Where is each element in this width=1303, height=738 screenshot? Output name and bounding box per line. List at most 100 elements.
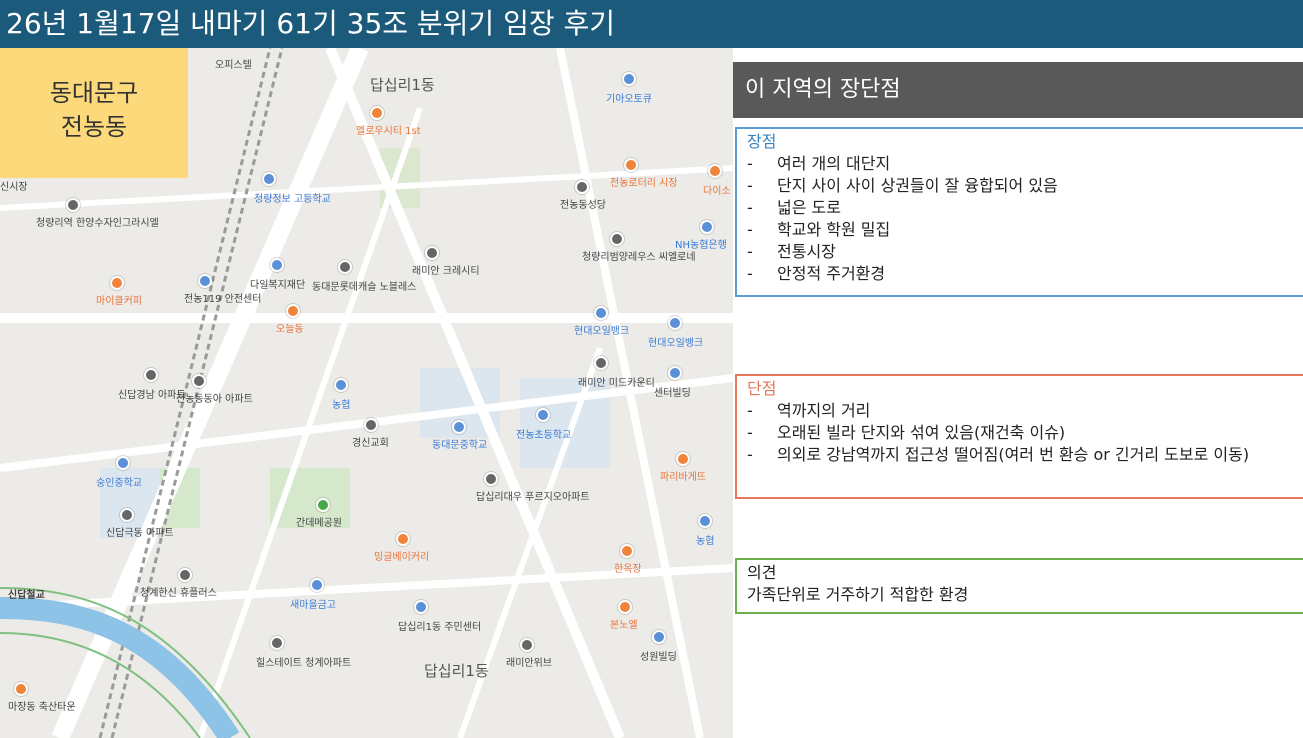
map-pin-icon[interactable]: [110, 276, 124, 290]
opinion-title: 의견: [747, 563, 777, 582]
map-pin-icon[interactable]: [192, 374, 206, 388]
pros-item: 학교와 학원 밀집: [747, 219, 1303, 241]
map-pin-icon[interactable]: [620, 544, 634, 558]
map-label: 센터빌딩: [654, 388, 691, 399]
map-pin-icon[interactable]: [536, 408, 550, 422]
region-dong: 전농동: [60, 113, 128, 141]
map-label: 밍글베이커리: [374, 552, 430, 563]
map-pin-icon[interactable]: [270, 258, 284, 272]
region-label-box: 동대문구 전농동: [0, 48, 188, 178]
map-pin-icon[interactable]: [120, 508, 134, 522]
map-pin-icon[interactable]: [198, 274, 212, 288]
cons-item: 오래된 빌라 단지와 섞여 있음(재건축 이슈): [747, 422, 1303, 444]
map-pin-icon[interactable]: [144, 368, 158, 382]
cons-title: 단점: [747, 379, 777, 398]
map-label: 간데메공원: [296, 518, 342, 529]
map-pin-icon[interactable]: [310, 578, 324, 592]
map-label: 농협: [696, 536, 715, 547]
map-label-area: 답십리1동: [370, 76, 435, 94]
map-label: 신시장: [0, 182, 28, 193]
map-pin-icon[interactable]: [622, 72, 636, 86]
map-pin-icon[interactable]: [66, 198, 80, 212]
map-label: 마이클커피: [96, 296, 142, 307]
map-label: 래미안 크레시티: [412, 266, 480, 277]
map-label: 오피스텔: [215, 60, 252, 71]
map-label: 농협: [332, 400, 351, 411]
map-label: 경신교회: [352, 438, 389, 449]
map-pin-icon[interactable]: [484, 472, 498, 486]
map-pin-icon[interactable]: [698, 514, 712, 528]
map-label: 전농동성당: [560, 200, 606, 211]
map-pin-icon[interactable]: [270, 636, 284, 650]
region-district: 동대문구: [49, 79, 139, 107]
map-pin-icon[interactable]: [452, 420, 466, 434]
pros-box: 장점 여러 개의 대단지 단지 사이 사이 상권들이 잘 융합되어 있음 넓은 …: [735, 127, 1303, 297]
pros-item: 단지 사이 사이 상권들이 잘 융합되어 있음: [747, 175, 1303, 197]
map-label: 전농동동아 아파트: [176, 394, 253, 405]
map-pin-icon[interactable]: [116, 456, 130, 470]
map-label: 숭인중학교: [96, 478, 142, 489]
map-label: 동대문중학교: [432, 440, 488, 451]
cons-item: 의외로 강남역까지 접근성 떨어짐(여러 번 환승 or 긴거리 도보로 이동): [747, 444, 1303, 466]
map-pin-icon[interactable]: [708, 164, 722, 178]
map-label: 현대오일뱅크: [574, 326, 630, 337]
map-pin-icon[interactable]: [618, 600, 632, 614]
map-pin-icon[interactable]: [262, 172, 276, 186]
map-label: 기아오토큐: [606, 94, 652, 105]
map-label: 전농119 안전센터: [184, 294, 262, 305]
map-label: 전농초등학교: [516, 430, 572, 441]
pros-item: 전통시장: [747, 241, 1303, 263]
map-pin-icon[interactable]: [414, 600, 428, 614]
map-pin-icon[interactable]: [610, 232, 624, 246]
map-pin-icon[interactable]: [594, 306, 608, 320]
map-label: 본노엘: [610, 620, 638, 631]
map-pin-icon[interactable]: [286, 304, 300, 318]
map-label: 신답극동 아파트: [106, 528, 174, 539]
map-pin-icon[interactable]: [652, 630, 666, 644]
map-pin-icon[interactable]: [575, 180, 589, 194]
map-label: 한옥장: [614, 564, 642, 575]
map-label: 답십리대우 푸르지오아파트: [476, 492, 590, 503]
map-pin-icon[interactable]: [14, 682, 28, 696]
map-pin-icon[interactable]: [668, 366, 682, 380]
map-pin-icon[interactable]: [178, 568, 192, 582]
map-label: 답십리1동 주민센터: [398, 622, 482, 633]
map-label: 청량리범양레우스 씨엘로네: [582, 252, 696, 263]
map-label: 동대문롯데캐슬 노블레스: [312, 282, 417, 293]
map-pin-icon[interactable]: [668, 316, 682, 330]
map-label: 파리바게뜨: [660, 472, 706, 483]
map-pin-icon[interactable]: [370, 106, 384, 120]
map-pin-icon[interactable]: [334, 378, 348, 392]
map-label: 청량정보 고등학교: [254, 194, 331, 205]
map-label: 래미안 미드카운티: [578, 378, 655, 389]
map-label: 새마을금고: [290, 600, 336, 611]
map-pin-icon[interactable]: [364, 418, 378, 432]
map-label: 오늘동: [276, 324, 304, 335]
opinion-text: 가족단위로 거주하기 적합한 환경: [747, 585, 969, 604]
map-label: 성원빌딩: [640, 652, 677, 663]
map-pin-icon[interactable]: [594, 356, 608, 370]
map-label: 힐스테이트 청계아파트: [256, 658, 352, 669]
map-label: 다일복지재단: [250, 280, 306, 291]
map-label: 청계한신 휴플러스: [140, 588, 217, 599]
map-label: 전농로터리 시장: [610, 178, 678, 189]
map-pin-icon[interactable]: [338, 260, 352, 274]
map-pin-icon[interactable]: [316, 498, 330, 512]
map-label: 마장동 축산타운: [8, 702, 76, 713]
pros-item: 안정적 주거환경: [747, 263, 1303, 285]
map-pin-icon[interactable]: [676, 452, 690, 466]
cons-item: 역까지의 거리: [747, 400, 1303, 422]
cons-box: 단점 역까지의 거리 오래된 빌라 단지와 섞여 있음(재건축 이슈) 의외로 …: [735, 374, 1303, 499]
map-pin-icon[interactable]: [396, 532, 410, 546]
map-label: 래미안위브: [506, 658, 552, 669]
opinion-box: 의견 가족단위로 거주하기 적합한 환경: [735, 558, 1303, 614]
map-pin-icon[interactable]: [425, 246, 439, 260]
map-pin-icon[interactable]: [624, 158, 638, 172]
map-pin-icon[interactable]: [700, 220, 714, 234]
map-label: 청량리역 한양수자인그라시엘: [36, 218, 159, 229]
panel-header: 이 지역의 장단점: [733, 62, 1303, 118]
map-pin-icon[interactable]: [520, 638, 534, 652]
pros-title: 장점: [747, 132, 777, 151]
map-label: 다이소: [703, 186, 731, 197]
pros-item: 넓은 도로: [747, 197, 1303, 219]
